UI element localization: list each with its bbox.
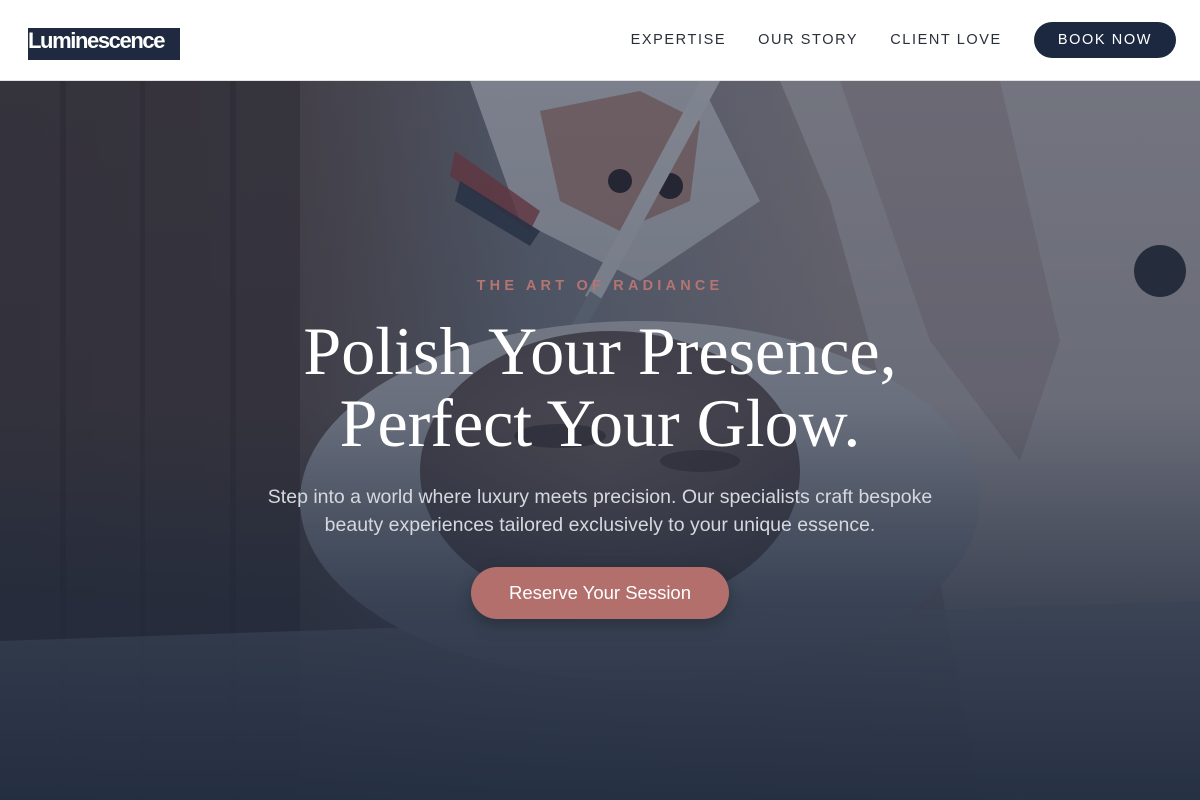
hero-description: Step into a world where luxury meets pre…: [267, 486, 933, 536]
nav-link-client-love[interactable]: CLIENT LOVE: [890, 32, 1002, 48]
site-header: Luminescence EXPERTISE OUR STORY CLIENT …: [0, 0, 1200, 81]
nav-link-our-story[interactable]: OUR STORY: [758, 32, 858, 48]
hero-headline: Polish Your Presence, Perfect Your Glow.: [0, 315, 1200, 459]
brand-logo[interactable]: Luminescence: [28, 28, 180, 60]
hero-headline-line-1: Polish Your Presence,: [303, 313, 897, 389]
book-now-button[interactable]: BOOK NOW: [1033, 22, 1176, 58]
hero-content: THE ART OF RADIANCE Polish Your Presence…: [0, 81, 1200, 800]
hero-eyebrow: THE ART OF RADIANCE: [476, 278, 724, 294]
hero-headline-line-2: Perfect Your Glow.: [339, 385, 861, 461]
nav-link-expertise[interactable]: EXPERTISE: [631, 32, 727, 48]
hero-section: THE ART OF RADIANCE Polish Your Presence…: [0, 81, 1200, 800]
main-nav: EXPERTISE OUR STORY CLIENT LOVE BOOK NOW: [631, 22, 1176, 58]
reserve-session-button[interactable]: Reserve Your Session: [471, 567, 729, 619]
